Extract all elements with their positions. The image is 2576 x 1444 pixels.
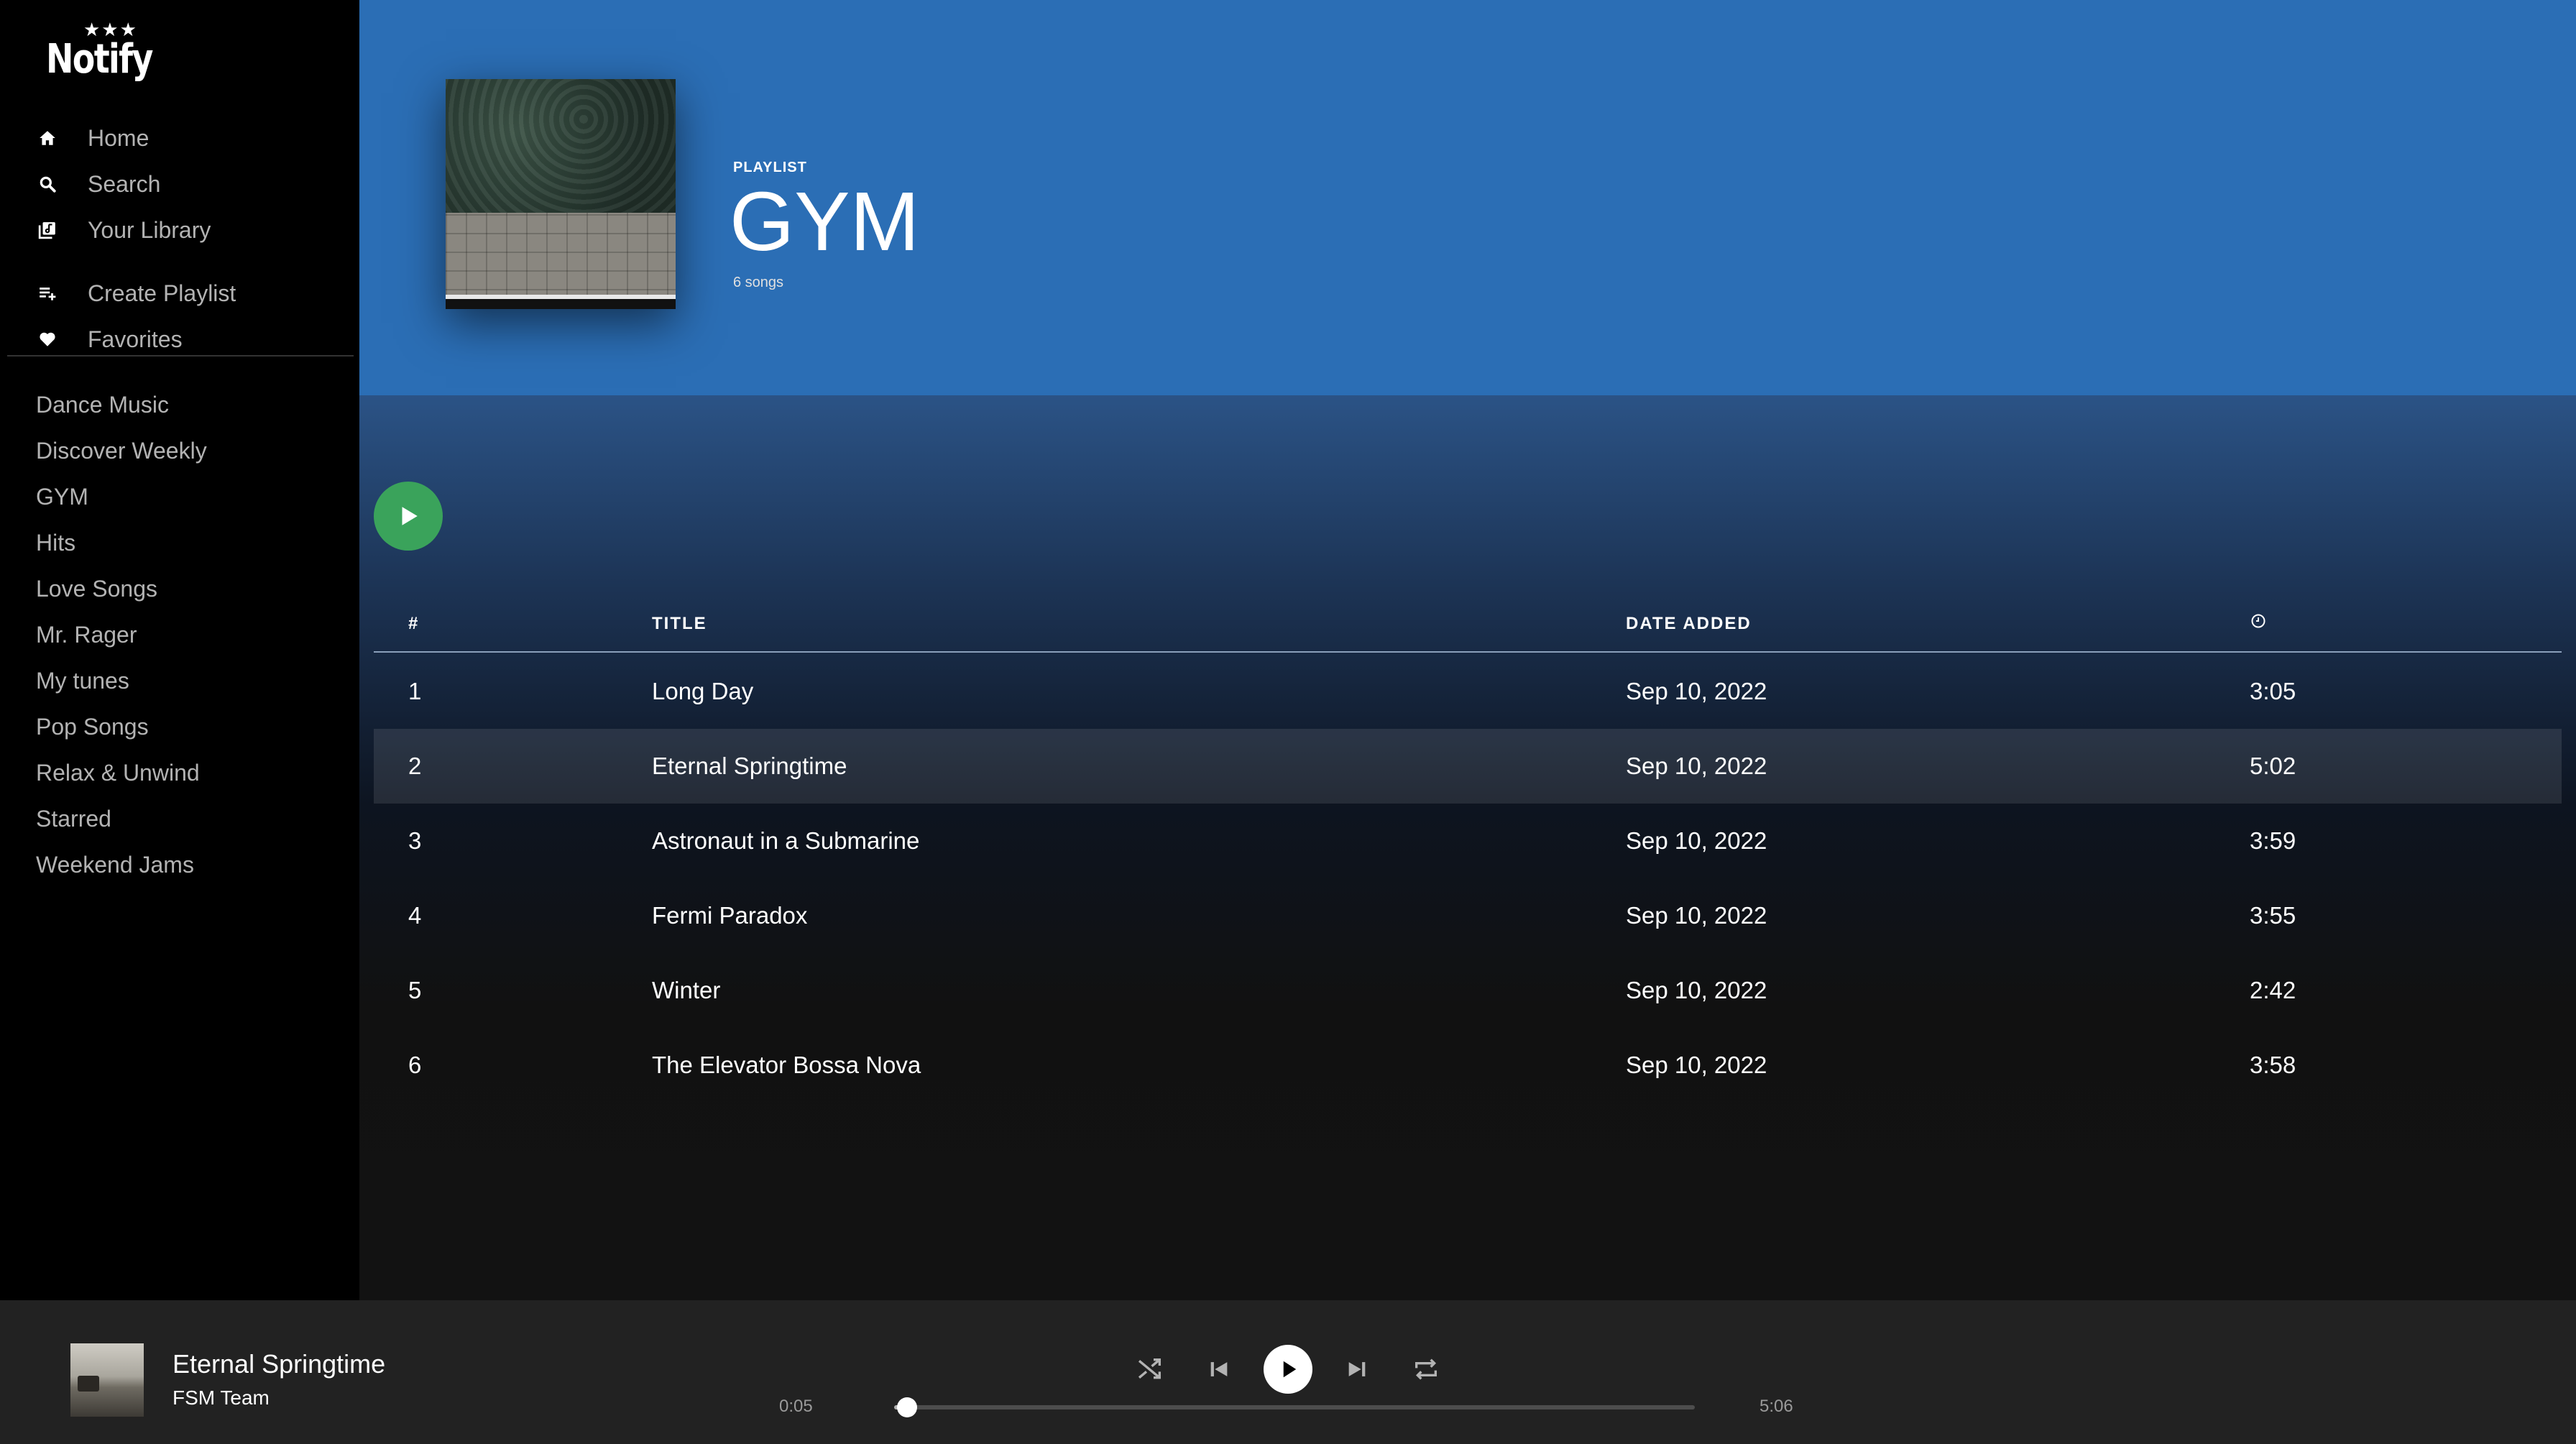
sidebar: ★★★ Notify Home Search Your Library Crea… <box>0 0 359 1300</box>
track-date-added: Sep 10, 2022 <box>1626 1052 1767 1078</box>
progress-handle[interactable] <box>896 1397 917 1417</box>
library-icon <box>36 219 59 242</box>
track-title: Winter <box>652 977 721 1003</box>
playlist-cover-image <box>446 79 676 309</box>
sidebar-playlist-item[interactable]: Discover Weekly <box>36 433 207 469</box>
track-table-header: # TITLE DATE ADDED <box>374 604 2562 653</box>
track-row[interactable]: 2 Eternal Springtime Sep 10, 2022 5:02 <box>374 729 2562 804</box>
sidebar-playlist-item[interactable]: Mr. Rager <box>36 617 137 653</box>
nav-home-label: Home <box>88 124 150 151</box>
clock-icon[interactable] <box>2250 612 2267 635</box>
skip-previous-icon <box>1210 1362 1228 1376</box>
track-number: 6 <box>408 1052 422 1078</box>
now-playing-title[interactable]: Eternal Springtime <box>172 1349 385 1379</box>
track-duration: 3:58 <box>2250 1052 2296 1078</box>
play-playlist-button[interactable] <box>374 482 443 551</box>
track-row[interactable]: 4 Fermi Paradox Sep 10, 2022 3:55 <box>374 878 2562 953</box>
sidebar-playlist-item[interactable]: Dance Music <box>36 387 169 423</box>
track-number: 4 <box>408 902 422 929</box>
sidebar-playlist-item[interactable]: Hits <box>36 525 75 561</box>
playlist-title: GYM <box>730 175 920 268</box>
current-time: 0:05 <box>779 1397 813 1416</box>
next-track-button[interactable] <box>1335 1343 1379 1395</box>
track-number: 2 <box>408 753 422 779</box>
track-row[interactable]: 1 Long Day Sep 10, 2022 3:05 <box>374 654 2562 729</box>
nav-library-label: Your Library <box>88 216 211 243</box>
playlist-header: PLAYLIST GYM 6 songs <box>359 0 2576 395</box>
play-icon <box>1283 1361 1297 1378</box>
nav-library[interactable]: Your Library <box>36 210 211 250</box>
sidebar-divider <box>7 355 354 357</box>
logo-text: Notify <box>46 36 153 83</box>
playlist-kind-label: PLAYLIST <box>733 160 807 175</box>
shuffle-button[interactable] <box>1128 1343 1172 1395</box>
track-date-added: Sep 10, 2022 <box>1626 678 1767 704</box>
track-row[interactable]: 5 Winter Sep 10, 2022 2:42 <box>374 953 2562 1028</box>
skip-next-icon <box>1348 1362 1366 1376</box>
nav-home[interactable]: Home <box>36 118 149 158</box>
sidebar-playlist-item[interactable]: Starred <box>36 801 111 837</box>
nav-favorites-label: Favorites <box>88 326 183 352</box>
nav-create-playlist[interactable]: Create Playlist <box>36 273 236 313</box>
playlist-song-count: 6 songs <box>733 275 784 290</box>
track-row[interactable]: 3 Astronaut in a Submarine Sep 10, 2022 3:5… <box>374 804 2562 878</box>
search-icon <box>36 173 59 196</box>
column-header-number: # <box>408 614 420 633</box>
column-header-title[interactable]: TITLE <box>652 614 707 634</box>
track-number: 5 <box>408 977 422 1003</box>
sidebar-playlist-item[interactable]: Weekend Jams <box>36 847 194 883</box>
home-icon <box>36 127 59 150</box>
nav-create-playlist-label: Create Playlist <box>88 280 236 306</box>
shuffle-icon <box>1138 1358 1161 1379</box>
repeat-button[interactable] <box>1404 1343 1448 1395</box>
repeat-icon <box>1415 1358 1437 1380</box>
track-number: 3 <box>408 827 422 854</box>
track-duration: 5:02 <box>2250 753 2296 779</box>
previous-track-button[interactable] <box>1197 1343 1241 1395</box>
track-title: Astronaut in a Submarine <box>652 827 920 854</box>
sidebar-playlist-item[interactable]: Relax & Unwind <box>36 755 200 791</box>
app-logo[interactable]: ★★★ Notify <box>46 20 153 85</box>
sidebar-playlist-item[interactable]: GYM <box>36 479 88 515</box>
track-title: The Elevator Bossa Nova <box>652 1052 921 1078</box>
sidebar-playlist-item[interactable]: Love Songs <box>36 571 157 607</box>
play-icon <box>402 507 418 525</box>
total-time: 5:06 <box>1760 1397 1793 1416</box>
nav-favorites[interactable]: Favorites <box>36 319 183 359</box>
track-title: Fermi Paradox <box>652 902 808 929</box>
track-title: Long Day <box>652 678 754 704</box>
play-pause-button[interactable] <box>1262 1343 1314 1395</box>
track-row[interactable]: 6 The Elevator Bossa Nova Sep 10, 2022 3:58 <box>374 1028 2562 1103</box>
progress-bar[interactable] <box>894 1397 1695 1417</box>
track-date-added: Sep 10, 2022 <box>1626 902 1767 929</box>
now-playing-artist[interactable]: FSM Team <box>172 1386 270 1409</box>
track-title: Eternal Springtime <box>652 753 847 779</box>
track-duration: 3:55 <box>2250 902 2296 929</box>
track-date-added: Sep 10, 2022 <box>1626 977 1767 1003</box>
track-duration: 2:42 <box>2250 977 2296 1003</box>
add-playlist-icon <box>36 282 59 305</box>
sidebar-playlist-item[interactable]: My tunes <box>36 663 129 699</box>
heart-icon <box>36 328 59 351</box>
player-bar: Eternal Springtime FSM Team 0:05 5:06 <box>0 1300 2576 1444</box>
playlist-view: PLAYLIST GYM 6 songs # TITLE DATE ADDED … <box>359 0 2576 1300</box>
nav-search[interactable]: Search <box>36 164 160 204</box>
column-header-date-added[interactable]: DATE ADDED <box>1626 614 1752 634</box>
track-duration: 3:05 <box>2250 678 2296 704</box>
track-number: 1 <box>408 678 422 704</box>
track-duration: 3:59 <box>2250 827 2296 854</box>
sidebar-playlist-item[interactable]: Pop Songs <box>36 709 149 745</box>
now-playing-cover-image <box>70 1343 144 1417</box>
nav-search-label: Search <box>88 170 161 197</box>
track-date-added: Sep 10, 2022 <box>1626 827 1767 854</box>
track-date-added: Sep 10, 2022 <box>1626 753 1767 779</box>
